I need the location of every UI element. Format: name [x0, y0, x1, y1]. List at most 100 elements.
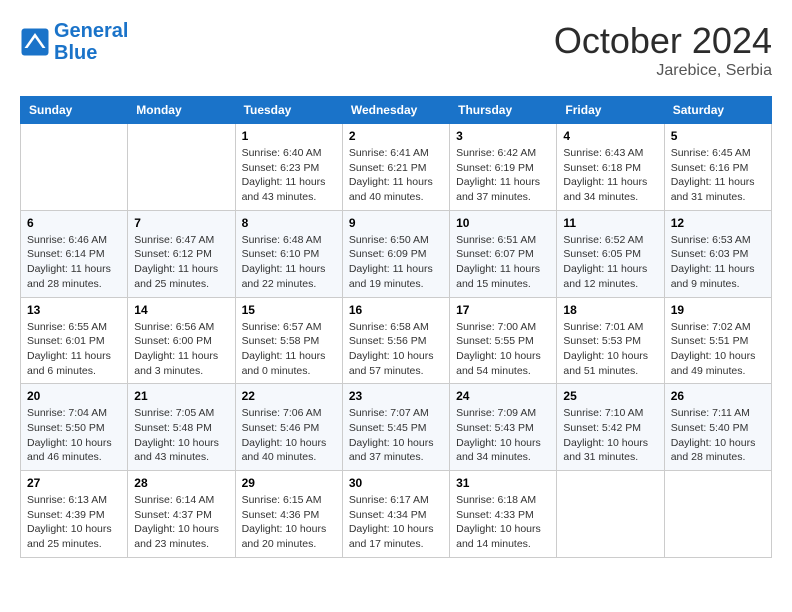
day-info: Sunrise: 6:51 AM Sunset: 6:07 PM Dayligh…	[456, 233, 550, 292]
day-info: Sunrise: 7:07 AM Sunset: 5:45 PM Dayligh…	[349, 406, 443, 465]
day-number: 18	[563, 303, 657, 317]
calendar-cell	[128, 124, 235, 211]
calendar-cell: 16Sunrise: 6:58 AM Sunset: 5:56 PM Dayli…	[342, 297, 449, 384]
day-info: Sunrise: 6:46 AM Sunset: 6:14 PM Dayligh…	[27, 233, 121, 292]
calendar-cell: 2Sunrise: 6:41 AM Sunset: 6:21 PM Daylig…	[342, 124, 449, 211]
day-number: 27	[27, 476, 121, 490]
calendar-header-row: SundayMondayTuesdayWednesdayThursdayFrid…	[21, 97, 772, 124]
day-number: 2	[349, 129, 443, 143]
day-info: Sunrise: 7:02 AM Sunset: 5:51 PM Dayligh…	[671, 320, 765, 379]
weekday-header: Wednesday	[342, 97, 449, 124]
day-info: Sunrise: 6:48 AM Sunset: 6:10 PM Dayligh…	[242, 233, 336, 292]
day-number: 6	[27, 216, 121, 230]
calendar-week-row: 6 Sunrise: 6:46 AM Sunset: 6:14 PM Daylig…	[21, 210, 772, 297]
day-info: Sunrise: 6:50 AM Sunset: 6:09 PM Dayligh…	[349, 233, 443, 292]
calendar-cell: 24 Sunrise: 7:09 AM Sunset: 5:43 PM Dayli…	[450, 384, 557, 471]
day-number: 19	[671, 303, 765, 317]
logo-icon	[20, 27, 50, 57]
day-number: 16	[349, 303, 443, 317]
calendar-cell: 18 Sunrise: 7:01 AM Sunset: 5:53 PM Dayli…	[557, 297, 664, 384]
calendar-cell: 1Sunrise: 6:40 AM Sunset: 6:23 PM Daylig…	[235, 124, 342, 211]
day-number: 8	[242, 216, 336, 230]
day-info: Sunrise: 6:47 AM Sunset: 6:12 PM Dayligh…	[134, 233, 228, 292]
calendar-cell: 27 Sunrise: 6:13 AM Sunset: 4:39 PM Dayli…	[21, 471, 128, 558]
day-number: 7	[134, 216, 228, 230]
calendar-cell	[21, 124, 128, 211]
day-number: 17	[456, 303, 550, 317]
day-number: 4	[563, 129, 657, 143]
day-info: Sunrise: 6:13 AM Sunset: 4:39 PM Dayligh…	[27, 493, 121, 552]
calendar-cell: 31 Sunrise: 6:18 AM Sunset: 4:33 PM Dayli…	[450, 471, 557, 558]
calendar-cell: 13 Sunrise: 6:55 AM Sunset: 6:01 PM Dayli…	[21, 297, 128, 384]
day-number: 30	[349, 476, 443, 490]
day-number: 11	[563, 216, 657, 230]
day-info: Sunrise: 7:00 AM Sunset: 5:55 PM Dayligh…	[456, 320, 550, 379]
calendar-table: SundayMondayTuesdayWednesdayThursdayFrid…	[20, 96, 772, 558]
day-info: Sunrise: 7:11 AM Sunset: 5:40 PM Dayligh…	[671, 406, 765, 465]
calendar-cell: 7 Sunrise: 6:47 AM Sunset: 6:12 PM Daylig…	[128, 210, 235, 297]
calendar-cell: 6 Sunrise: 6:46 AM Sunset: 6:14 PM Daylig…	[21, 210, 128, 297]
day-info: Sunrise: 6:17 AM Sunset: 4:34 PM Dayligh…	[349, 493, 443, 552]
calendar-cell: 5Sunrise: 6:45 AM Sunset: 6:16 PM Daylig…	[664, 124, 771, 211]
logo-line1: General	[54, 20, 128, 42]
calendar-cell: 30 Sunrise: 6:17 AM Sunset: 4:34 PM Dayli…	[342, 471, 449, 558]
day-number: 31	[456, 476, 550, 490]
calendar-cell: 12 Sunrise: 6:53 AM Sunset: 6:03 PM Dayli…	[664, 210, 771, 297]
day-info: Sunrise: 6:55 AM Sunset: 6:01 PM Dayligh…	[27, 320, 121, 379]
day-number: 3	[456, 129, 550, 143]
day-number: 29	[242, 476, 336, 490]
calendar-cell: 17 Sunrise: 7:00 AM Sunset: 5:55 PM Dayli…	[450, 297, 557, 384]
calendar-cell: 26 Sunrise: 7:11 AM Sunset: 5:40 PM Dayli…	[664, 384, 771, 471]
day-info: Sunrise: 7:05 AM Sunset: 5:48 PM Dayligh…	[134, 406, 228, 465]
calendar-cell: 4Sunrise: 6:43 AM Sunset: 6:18 PM Daylig…	[557, 124, 664, 211]
calendar-cell: 9Sunrise: 6:50 AM Sunset: 6:09 PM Daylig…	[342, 210, 449, 297]
day-number: 12	[671, 216, 765, 230]
calendar-week-row: 1Sunrise: 6:40 AM Sunset: 6:23 PM Daylig…	[21, 124, 772, 211]
day-info: Sunrise: 7:06 AM Sunset: 5:46 PM Dayligh…	[242, 406, 336, 465]
day-number: 20	[27, 389, 121, 403]
weekday-header: Sunday	[21, 97, 128, 124]
calendar-cell: 25 Sunrise: 7:10 AM Sunset: 5:42 PM Dayli…	[557, 384, 664, 471]
calendar-cell: 14 Sunrise: 6:56 AM Sunset: 6:00 PM Dayli…	[128, 297, 235, 384]
day-number: 24	[456, 389, 550, 403]
calendar-cell: 21 Sunrise: 7:05 AM Sunset: 5:48 PM Dayli…	[128, 384, 235, 471]
calendar-cell: 19 Sunrise: 7:02 AM Sunset: 5:51 PM Dayli…	[664, 297, 771, 384]
day-number: 10	[456, 216, 550, 230]
day-number: 23	[349, 389, 443, 403]
day-number: 15	[242, 303, 336, 317]
location-title: Jarebice, Serbia	[554, 62, 772, 80]
page-header: General Blue October 2024 Jarebice, Serb…	[20, 20, 772, 80]
weekday-header: Thursday	[450, 97, 557, 124]
calendar-cell: 23 Sunrise: 7:07 AM Sunset: 5:45 PM Dayli…	[342, 384, 449, 471]
day-info: Sunrise: 6:18 AM Sunset: 4:33 PM Dayligh…	[456, 493, 550, 552]
weekday-header: Saturday	[664, 97, 771, 124]
day-info: Sunrise: 7:10 AM Sunset: 5:42 PM Dayligh…	[563, 406, 657, 465]
calendar-cell: 10 Sunrise: 6:51 AM Sunset: 6:07 PM Dayli…	[450, 210, 557, 297]
day-info: Sunrise: 6:45 AM Sunset: 6:16 PM Dayligh…	[671, 146, 765, 205]
day-info: Sunrise: 6:57 AM Sunset: 5:58 PM Dayligh…	[242, 320, 336, 379]
day-number: 14	[134, 303, 228, 317]
day-number: 22	[242, 389, 336, 403]
calendar-cell: 22 Sunrise: 7:06 AM Sunset: 5:46 PM Dayli…	[235, 384, 342, 471]
month-title: October 2024	[554, 20, 772, 62]
day-info: Sunrise: 7:04 AM Sunset: 5:50 PM Dayligh…	[27, 406, 121, 465]
day-info: Sunrise: 6:42 AM Sunset: 6:19 PM Dayligh…	[456, 146, 550, 205]
day-number: 26	[671, 389, 765, 403]
day-info: Sunrise: 6:52 AM Sunset: 6:05 PM Dayligh…	[563, 233, 657, 292]
day-info: Sunrise: 7:09 AM Sunset: 5:43 PM Dayligh…	[456, 406, 550, 465]
day-number: 13	[27, 303, 121, 317]
day-number: 25	[563, 389, 657, 403]
calendar-cell: 8 Sunrise: 6:48 AM Sunset: 6:10 PM Daylig…	[235, 210, 342, 297]
weekday-header: Monday	[128, 97, 235, 124]
logo-text: General Blue	[54, 20, 128, 64]
logo: General Blue	[20, 20, 128, 64]
day-number: 21	[134, 389, 228, 403]
day-info: Sunrise: 6:53 AM Sunset: 6:03 PM Dayligh…	[671, 233, 765, 292]
day-info: Sunrise: 6:56 AM Sunset: 6:00 PM Dayligh…	[134, 320, 228, 379]
day-info: Sunrise: 6:40 AM Sunset: 6:23 PM Dayligh…	[242, 146, 336, 205]
day-info: Sunrise: 7:01 AM Sunset: 5:53 PM Dayligh…	[563, 320, 657, 379]
calendar-cell: 29 Sunrise: 6:15 AM Sunset: 4:36 PM Dayli…	[235, 471, 342, 558]
weekday-header: Tuesday	[235, 97, 342, 124]
calendar-cell: 3 Sunrise: 6:42 AM Sunset: 6:19 PM Daylig…	[450, 124, 557, 211]
day-info: Sunrise: 6:15 AM Sunset: 4:36 PM Dayligh…	[242, 493, 336, 552]
